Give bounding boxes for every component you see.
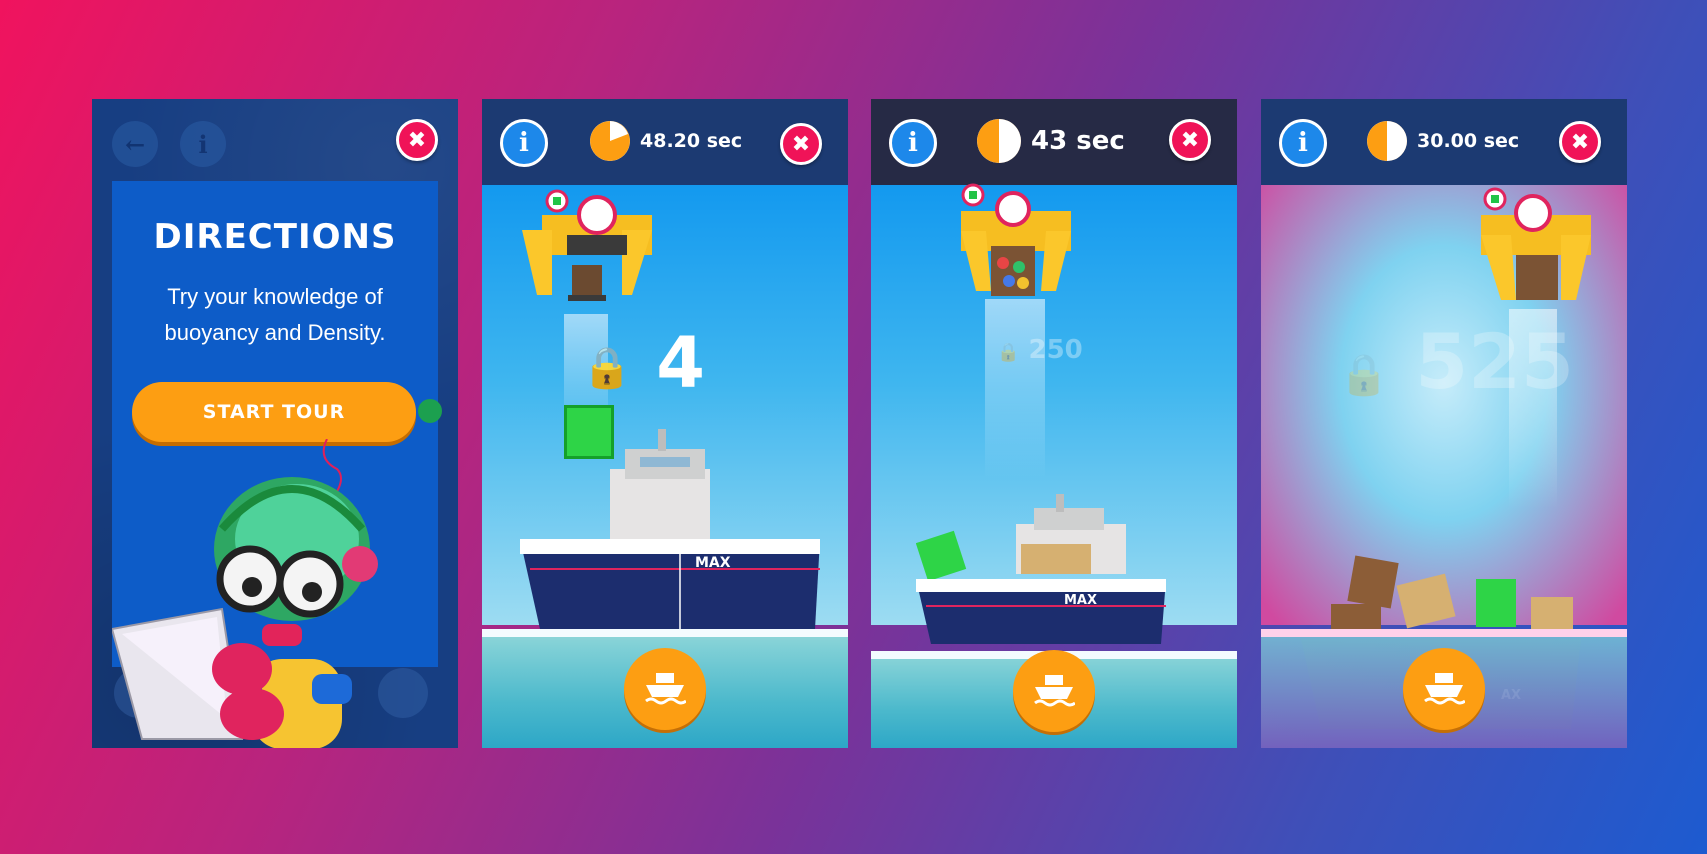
boat-icon xyxy=(645,673,686,705)
info-button-disabled[interactable]: i xyxy=(180,121,226,167)
lock-icon: 🔒 xyxy=(997,342,1020,363)
timer: 43 sec xyxy=(977,119,1125,163)
crane-claw xyxy=(1481,187,1591,300)
directions-title: DIRECTIONS xyxy=(153,217,397,257)
boat-icon xyxy=(1034,675,1075,707)
close-button[interactable]: ✖ xyxy=(780,123,822,165)
weight-value: 525 xyxy=(1415,317,1574,406)
tour-pointer-dot xyxy=(418,399,442,423)
close-button[interactable]: ✖ xyxy=(1559,121,1601,163)
launch-boat-button[interactable] xyxy=(1013,650,1095,732)
info-icon: i xyxy=(198,129,208,159)
ship-label: MAX xyxy=(695,555,731,571)
crane-claw xyxy=(961,183,1071,296)
close-icon: ✖ xyxy=(1180,127,1200,153)
cargo-ship: MAX xyxy=(916,494,1166,644)
timer-text: 43 sec xyxy=(1031,126,1125,156)
water-line xyxy=(1261,629,1627,637)
close-icon: ✖ xyxy=(1570,129,1590,155)
timer-pie-icon xyxy=(590,121,630,161)
crane-claw xyxy=(522,189,652,301)
timer-pie-icon xyxy=(1367,121,1407,161)
info-icon: i xyxy=(519,128,529,158)
weight-value: 4 xyxy=(656,322,705,404)
info-icon: i xyxy=(908,128,918,158)
weight-readout: 🔒 4 xyxy=(582,322,705,404)
arrow-left-icon: ← xyxy=(124,129,146,159)
boat-icon xyxy=(1424,673,1465,705)
timer: 48.20 sec xyxy=(590,121,742,161)
weight-value: 250 xyxy=(1028,335,1083,365)
cargo-ship: MAX xyxy=(520,429,820,629)
timer-text: 48.20 sec xyxy=(640,130,743,152)
game-screen-3: i 30.00 sec ✖ 🔒 525 AX xyxy=(1261,99,1627,748)
info-button[interactable]: i xyxy=(889,119,937,167)
water-line xyxy=(482,629,848,637)
info-button[interactable]: i xyxy=(1279,119,1327,167)
timer: 30.00 sec xyxy=(1367,121,1519,161)
close-button[interactable]: ✖ xyxy=(1169,119,1211,161)
close-button[interactable]: ✖ xyxy=(396,119,438,161)
info-icon: i xyxy=(1298,128,1308,158)
weight-readout: 🔒 525 xyxy=(1339,317,1574,406)
info-button[interactable]: i xyxy=(500,119,548,167)
start-tour-button[interactable]: START TOUR xyxy=(132,382,416,442)
light-beam xyxy=(985,299,1045,479)
game-screen-2: i 43 sec ✖ 🔒 250 MAX xyxy=(871,99,1237,748)
timer-text: 30.00 sec xyxy=(1417,130,1520,152)
game-screen-1: i 48.20 sec ✖ 🔒 4 MAX xyxy=(482,99,848,748)
timer-pie-icon xyxy=(977,119,1021,163)
back-button[interactable]: ← xyxy=(112,121,158,167)
close-icon: ✖ xyxy=(407,127,427,153)
close-icon: ✖ xyxy=(791,131,811,157)
robot-mascot xyxy=(112,439,378,748)
weight-readout: 🔒 250 xyxy=(997,335,1083,365)
launch-boat-button[interactable] xyxy=(1403,648,1485,730)
directions-text: Try your knowledge of buoyancy and Densi… xyxy=(164,284,386,345)
ship-label: MAX xyxy=(1064,593,1097,608)
lock-icon: 🔒 xyxy=(582,345,632,392)
launch-boat-button[interactable] xyxy=(624,648,706,730)
lock-icon: 🔒 xyxy=(1339,352,1389,398)
directions-screen: ← i ✖ DIRECTIONS Try your knowledge of b… xyxy=(92,99,458,748)
